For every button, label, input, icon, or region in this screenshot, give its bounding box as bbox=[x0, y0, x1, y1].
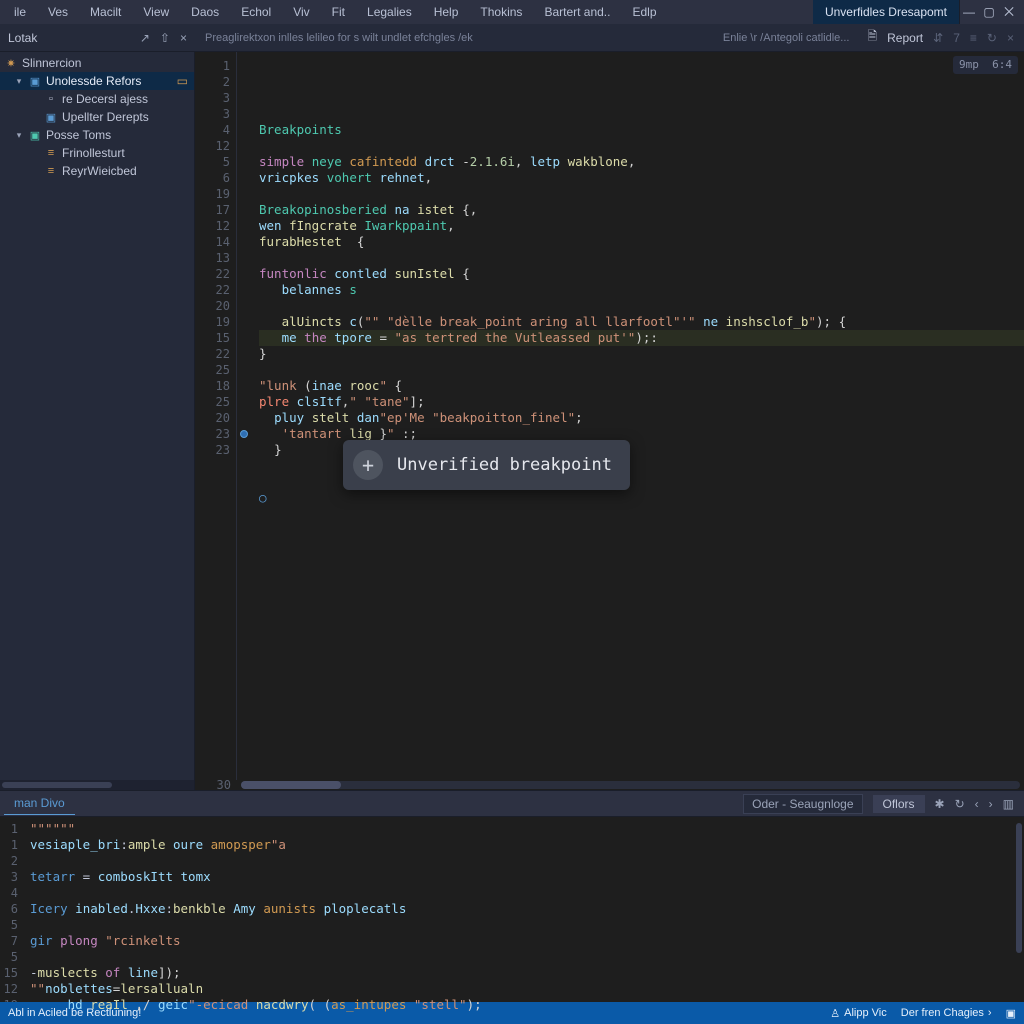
code-editor[interactable]: 1233412561917121413222220191522251825202… bbox=[195, 52, 1024, 780]
tree-item[interactable]: ≡ ReyrWieicbed bbox=[0, 162, 194, 180]
panel-scrollbar[interactable] bbox=[1014, 817, 1024, 1002]
tree-label: Upellter Derepts bbox=[62, 110, 149, 124]
report-actions: 🗎 Report ⇵ 7 ≡ ↻ × bbox=[857, 27, 1024, 48]
tree-label: Unolessde Refors bbox=[46, 74, 141, 88]
panel-icon[interactable]: ✱ bbox=[935, 797, 945, 811]
tree-item[interactable]: ▣ Upellter Derepts bbox=[0, 108, 194, 126]
menu-item[interactable]: Edlp bbox=[622, 2, 666, 22]
panel-icon[interactable]: ↻ bbox=[955, 797, 965, 811]
folder-icon: ✷ bbox=[4, 57, 18, 70]
breadcrumb: Preaglirektxon inlles lelileo for s wilt… bbox=[195, 32, 723, 44]
file-icon: ▫ bbox=[44, 93, 58, 105]
tree-label: Posse Toms bbox=[46, 128, 111, 142]
menu-item[interactable]: Viv bbox=[283, 2, 319, 22]
refresh-icon[interactable]: ↻ bbox=[987, 31, 997, 45]
panel-gutter: 112346575151219 bbox=[0, 817, 22, 1002]
line-gutter: 1233412561917121413222220191522251825202… bbox=[195, 52, 237, 780]
sidebar-scrollbar[interactable] bbox=[0, 780, 194, 790]
file-icon: ≡ bbox=[44, 147, 58, 159]
tree-label: Frinollesturt bbox=[62, 146, 125, 160]
window-controls: — ▢ ⨉ bbox=[962, 5, 1020, 20]
report-icon[interactable]: 7 bbox=[953, 31, 960, 45]
menu-item[interactable]: Bartert and.. bbox=[534, 2, 620, 22]
editor-tab[interactable]: Unverfidles Dresapomt bbox=[813, 0, 960, 24]
file-icon: ≡ bbox=[44, 165, 58, 177]
panel-tabstrip: man Divo Oder - Seaugnloge Oflors ✱ ↻ ‹ … bbox=[0, 790, 1024, 816]
search-hint[interactable]: Enlie \r /Antegoli catlidle... bbox=[723, 32, 858, 44]
close-icon[interactable]: × bbox=[1007, 31, 1014, 45]
prev-icon[interactable]: ‹ bbox=[975, 797, 979, 811]
file-icon: ▣ bbox=[44, 111, 58, 124]
plus-icon[interactable]: + bbox=[353, 450, 383, 480]
code-body[interactable]: Breakpointssimple neye cafintedd drct -2… bbox=[251, 52, 1024, 780]
sidebar: ✷ Slinnercion ▾ ▣ Unolessde Refors ▭ ▫ r… bbox=[0, 52, 195, 790]
maximize-icon[interactable]: ▢ bbox=[982, 5, 996, 20]
tree-label: Slinnercion bbox=[22, 56, 81, 70]
panel-mode[interactable]: Oder - Seaugnloge bbox=[743, 794, 862, 814]
menu-item[interactable]: View bbox=[133, 2, 179, 22]
tree-item[interactable]: ▫ re Decersl ajess bbox=[0, 90, 194, 108]
nav-close-icon[interactable]: × bbox=[180, 31, 187, 45]
minimize-icon[interactable]: — bbox=[962, 5, 976, 20]
editor-tab-label: Unverfidles Dresapomt bbox=[825, 5, 947, 19]
tree-label: ReyrWieicbed bbox=[62, 164, 137, 178]
tree-item[interactable]: ▾ ▣ Posse Toms bbox=[0, 126, 194, 144]
layout-icon[interactable]: ▥ bbox=[1003, 797, 1014, 811]
folder-icon: ▣ bbox=[28, 129, 42, 142]
panel-code[interactable]: """"""vesiaple_bri:ample oure amopsper"a… bbox=[22, 817, 1014, 1002]
report-label[interactable]: Report bbox=[887, 31, 923, 45]
editor-scrollbar[interactable]: 30 bbox=[195, 780, 1024, 790]
chevron-down-icon: ▾ bbox=[14, 76, 24, 87]
tree-item[interactable]: ≡ Frinollesturt bbox=[0, 144, 194, 162]
menu-item[interactable]: Daos bbox=[181, 2, 229, 22]
tooltip-text: Unverified breakpoint bbox=[397, 457, 612, 473]
menu-item[interactable]: Ves bbox=[38, 2, 78, 22]
close-icon[interactable]: ⨉ bbox=[1002, 5, 1016, 20]
tree-item[interactable]: ▾ ▣ Unolessde Refors ▭ bbox=[0, 72, 194, 90]
panel-offers[interactable]: Oflors bbox=[873, 795, 925, 813]
next-icon[interactable]: › bbox=[989, 797, 993, 811]
panel-body: 112346575151219 """"""vesiaple_bri:ample… bbox=[0, 816, 1024, 1002]
editor-area: 1233412561917121413222220191522251825202… bbox=[195, 52, 1024, 790]
breakpoint-gutter[interactable] bbox=[237, 52, 251, 780]
main-split: ✷ Slinnercion ▾ ▣ Unolessde Refors ▭ ▫ r… bbox=[0, 52, 1024, 790]
chevron-down-icon: ▾ bbox=[14, 130, 24, 141]
panel-tab[interactable]: man Divo bbox=[4, 792, 75, 815]
toolbar: Lotak ↗ ⇧ × Preaglirektxon inlles lelile… bbox=[0, 24, 1024, 52]
menu-item[interactable]: Fit bbox=[322, 2, 355, 22]
module-icon: ▣ bbox=[28, 75, 42, 88]
sidebar-title: Lotak bbox=[8, 31, 37, 45]
menu-item[interactable]: Thokins bbox=[470, 2, 532, 22]
file-tree: ✷ Slinnercion ▾ ▣ Unolessde Refors ▭ ▫ r… bbox=[0, 52, 194, 182]
menu-item[interactable]: Macilt bbox=[80, 2, 131, 22]
menu-item[interactable]: Echol bbox=[231, 2, 281, 22]
report-doc-icon[interactable]: 🗎 bbox=[867, 27, 877, 48]
nav-share-icon[interactable]: ↗ bbox=[140, 31, 150, 45]
tree-label: re Decersl ajess bbox=[62, 92, 148, 106]
report-icon[interactable]: ≡ bbox=[970, 31, 977, 45]
report-icon[interactable]: ⇵ bbox=[933, 31, 943, 45]
position-badge: 9mp 6:4 bbox=[953, 56, 1018, 74]
badge-icon: ▭ bbox=[177, 74, 194, 88]
tree-root[interactable]: ✷ Slinnercion bbox=[0, 54, 194, 72]
menu-item[interactable]: ile bbox=[4, 2, 36, 22]
menu-bar: ile Ves Macilt View Daos Echol Viv Fit L… bbox=[0, 0, 1024, 24]
menu-item[interactable]: Help bbox=[424, 2, 469, 22]
breakpoint-tooltip: + Unverified breakpoint bbox=[343, 440, 630, 490]
nav-up-icon[interactable]: ⇧ bbox=[160, 31, 170, 45]
menu-item[interactable]: Legalies bbox=[357, 2, 422, 22]
